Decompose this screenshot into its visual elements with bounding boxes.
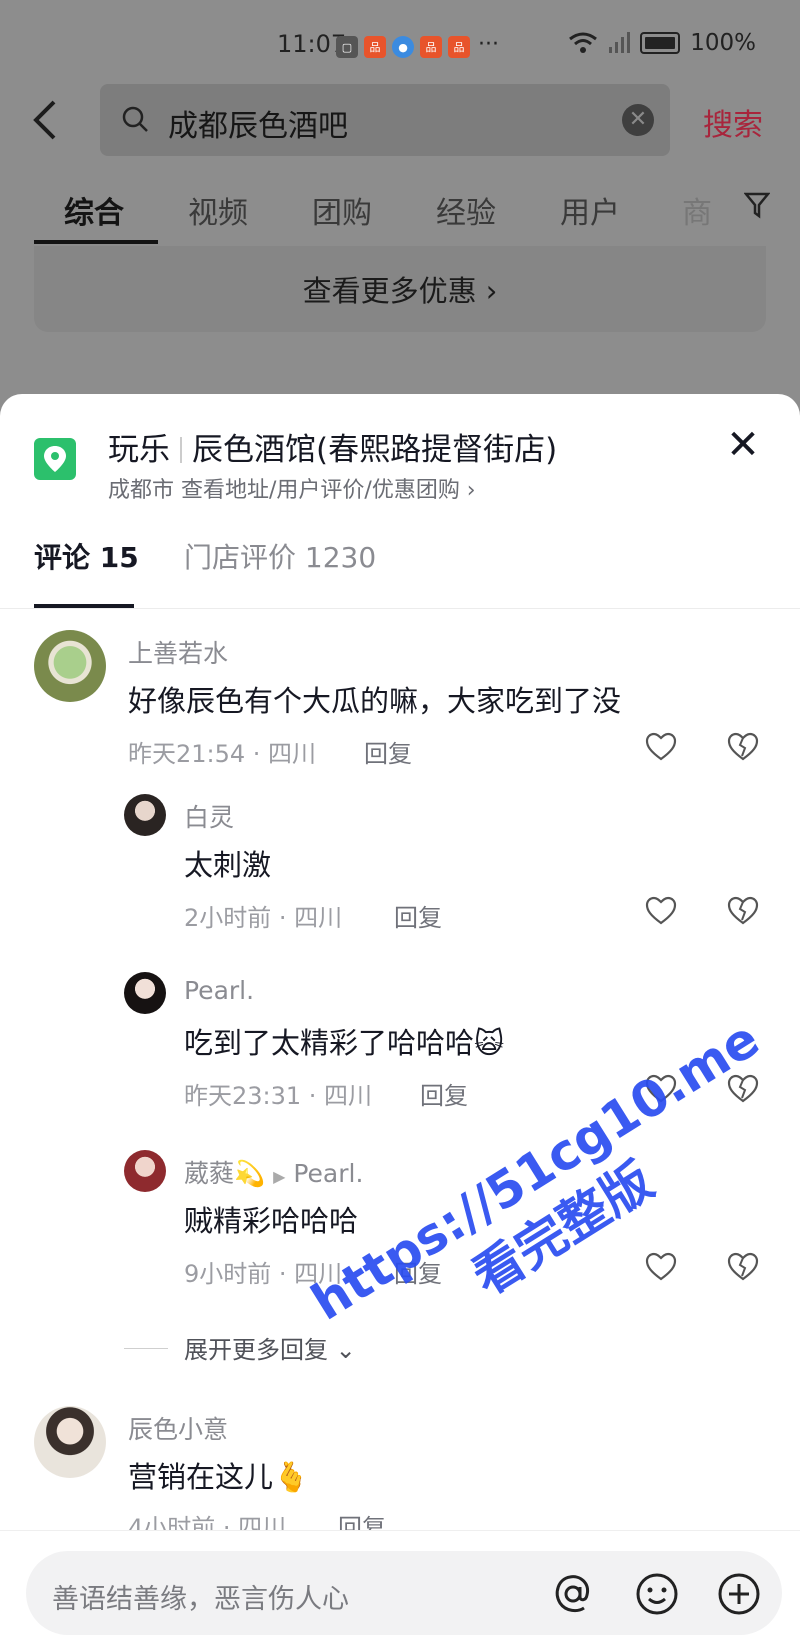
emoji-icon[interactable]	[634, 1571, 680, 1617]
reply-button[interactable]: 回复	[394, 898, 442, 933]
battery-icon	[640, 32, 681, 54]
search-submit-button[interactable]: 搜索	[703, 100, 763, 144]
comment-meta: 昨天21:54 · 四川	[128, 740, 317, 768]
comment-meta: 昨天23:31 · 四川	[184, 1082, 373, 1110]
emoji: 🙀	[474, 1026, 505, 1060]
more-deals-link[interactable]: 查看更多优惠 ›	[0, 268, 800, 310]
reply-arrow-icon: ▶	[273, 1167, 286, 1186]
comment-meta: 2小时前 · 四川	[184, 904, 343, 932]
comment-input-bar: 善语结善缘，恶言伤人心	[0, 1530, 800, 1649]
comment-username[interactable]: 上善若水	[128, 634, 228, 670]
tab-group-buy[interactable]: 团购	[312, 188, 372, 232]
comment-text: 太刺激	[184, 848, 272, 882]
back-button[interactable]	[28, 90, 72, 150]
avatar[interactable]	[124, 972, 166, 1014]
battery-level: 100%	[690, 30, 756, 56]
tab-comprehensive[interactable]: 综合	[64, 188, 124, 232]
wifi-icon	[569, 32, 598, 53]
signal-icon	[609, 32, 631, 53]
tab-store-reviews[interactable]: 门店评价 1230	[184, 536, 376, 576]
mention-icon[interactable]	[550, 1571, 596, 1617]
place-title[interactable]: 玩乐 辰色酒馆(春熙路提督街店)	[108, 424, 557, 469]
reply-author: 葳蕤💫	[184, 1159, 266, 1188]
reply-button[interactable]: 回复	[420, 1076, 468, 1111]
like-heart-icon[interactable]	[644, 730, 678, 764]
like-heart-icon[interactable]	[644, 894, 678, 928]
comment-text-body: 吃到了太精彩了哈哈哈	[184, 1026, 475, 1060]
place-name: 辰色酒馆(春熙路提督街店)	[192, 432, 558, 468]
comment-text: 好像辰色有个大瓜的嘛，大家吃到了没	[128, 684, 622, 718]
avatar[interactable]	[124, 794, 166, 836]
clear-search-button[interactable]: ✕	[622, 104, 654, 136]
app-notification-icon: 品	[420, 36, 442, 58]
expand-label: 展开更多回复	[184, 1336, 328, 1364]
avatar[interactable]	[124, 1150, 166, 1192]
tab-comments[interactable]: 评论 15	[34, 536, 139, 576]
comment-text: 营销在这儿🫰	[128, 1460, 310, 1494]
back-arrow-icon	[33, 100, 56, 140]
place-subline[interactable]: 成都市 查看地址/用户评价/优惠团购 ›	[108, 472, 476, 504]
expand-divider	[124, 1348, 168, 1349]
search-input[interactable]: 成都辰色酒吧	[168, 101, 348, 145]
dislike-broken-heart-icon[interactable]	[726, 730, 760, 764]
comments-sheet: 玩乐 辰色酒馆(春熙路提督街店) 成都市 查看地址/用户评价/优惠团购 › ✕ 评…	[0, 394, 800, 1649]
comment-username[interactable]: Pearl.	[184, 976, 254, 1005]
add-icon[interactable]	[716, 1571, 762, 1617]
like-heart-icon[interactable]	[644, 1250, 678, 1284]
comment-username[interactable]: 辰色小意	[128, 1410, 228, 1446]
tab-users[interactable]: 用户	[560, 188, 620, 232]
reply-button[interactable]: 回复	[364, 734, 412, 769]
tabs-divider	[0, 608, 800, 609]
app-notification-icon: ●	[392, 36, 414, 58]
tab-video[interactable]: 视频	[188, 188, 248, 232]
comment-username[interactable]: 白灵	[184, 798, 234, 834]
comment-username[interactable]: 葳蕤💫 ▶ Pearl.	[184, 1154, 363, 1190]
comment-text: 贼精彩哈哈哈	[184, 1204, 359, 1238]
tab-active-indicator	[34, 240, 158, 244]
more-notifications-icon: ···	[478, 32, 499, 57]
filter-icon[interactable]	[744, 190, 770, 220]
tab-products[interactable]: 商	[682, 188, 712, 232]
location-pin-icon	[34, 438, 76, 480]
app-notification-icon: 品	[364, 36, 386, 58]
comment-input-placeholder[interactable]: 善语结善缘，恶言伤人心	[52, 1577, 349, 1616]
avatar[interactable]	[34, 1406, 106, 1478]
close-sheet-button[interactable]: ✕	[723, 422, 763, 468]
dislike-broken-heart-icon[interactable]	[726, 1250, 760, 1284]
expand-more-replies-button[interactable]: 展开更多回复 ⌄	[184, 1330, 356, 1365]
app-notification-icon: ▢	[336, 36, 358, 58]
app-notification-icon: 品	[448, 36, 470, 58]
status-right: 100%	[568, 30, 756, 56]
tab-experience[interactable]: 经验	[436, 188, 496, 232]
search-icon	[122, 106, 148, 132]
dislike-broken-heart-icon[interactable]	[726, 894, 760, 928]
comment-text: 吃到了太精彩了哈哈哈🙀	[184, 1020, 504, 1062]
place-category: 玩乐	[108, 432, 170, 468]
reply-target: Pearl.	[293, 1159, 364, 1188]
background-page: 11:07 ▢ 品 ● 品 品 ··· 100% 成都辰色酒吧 ✕ 搜索 综合 …	[0, 0, 800, 420]
avatar[interactable]	[34, 630, 106, 702]
title-divider	[180, 437, 182, 463]
